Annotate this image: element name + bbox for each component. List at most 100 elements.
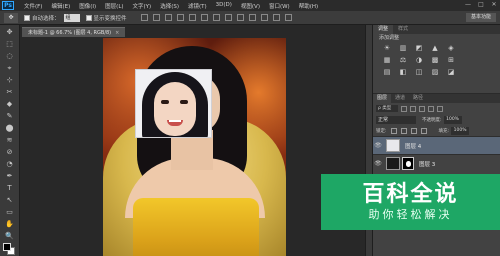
align-center-icon[interactable] xyxy=(188,14,196,21)
filter-pixel-icon[interactable] xyxy=(401,105,407,112)
adjustments-tabs: 调整 样式 xyxy=(373,25,500,34)
exposure-icon[interactable]: ▲ xyxy=(431,44,439,52)
healing-tool-icon[interactable]: ◆ xyxy=(5,100,14,109)
align-top-icon[interactable] xyxy=(140,14,148,21)
filter-smart-object-icon[interactable] xyxy=(437,105,443,112)
move-tool-icon[interactable]: ✥ xyxy=(5,28,14,37)
crop-tool-icon[interactable]: ✂ xyxy=(5,88,14,97)
auto-select-checkbox[interactable] xyxy=(24,14,30,21)
hand-tool-icon[interactable]: ✋ xyxy=(5,220,14,229)
fill-input[interactable]: 100% xyxy=(451,126,470,135)
layer-row-4[interactable]: 👁 图层 4 xyxy=(373,136,500,154)
photo-filter-icon[interactable]: ▩ xyxy=(431,56,439,64)
menu-select[interactable]: 选择(S) xyxy=(160,2,179,10)
lasso-tool-icon[interactable]: ◌ xyxy=(5,52,14,61)
pen-tool-icon[interactable]: ✒ xyxy=(5,172,14,181)
channel-mixer-icon[interactable]: ⊞ xyxy=(447,56,455,64)
visibility-eye-icon[interactable]: 👁 xyxy=(373,160,383,167)
fill-label: 填充: xyxy=(438,128,450,134)
brush-tool-icon[interactable]: ✎ xyxy=(5,112,14,121)
quick-select-tool-icon[interactable]: ⌖ xyxy=(5,64,14,73)
curves-icon[interactable]: ◩ xyxy=(415,44,423,52)
marquee-tool-icon[interactable]: ⬚ xyxy=(5,40,14,49)
show-transform-checkbox[interactable] xyxy=(85,14,92,21)
menu-file[interactable]: 文件(F) xyxy=(24,2,42,10)
workspace-switcher[interactable]: 基本功能 xyxy=(466,13,496,22)
document-close-icon[interactable]: × xyxy=(115,30,119,36)
gradient-tool-icon[interactable]: ◔ xyxy=(5,160,14,169)
tab-adjustments[interactable]: 调整 xyxy=(373,25,394,34)
type-tool-icon[interactable]: T xyxy=(5,184,14,193)
foreground-color-swatch[interactable] xyxy=(3,243,11,251)
align-left-icon[interactable] xyxy=(176,14,184,21)
menu-help[interactable]: 帮助(H) xyxy=(299,2,318,10)
gradient-map-icon[interactable]: ▨ xyxy=(431,68,439,76)
photoshop-logo: Ps xyxy=(2,1,14,10)
history-brush-tool-icon[interactable]: ≋ xyxy=(5,136,14,145)
align-middle-icon[interactable] xyxy=(152,14,160,21)
lock-all-icon[interactable] xyxy=(420,127,427,134)
visibility-eye-icon[interactable]: 👁 xyxy=(373,142,383,149)
eyedropper-tool-icon[interactable]: ⊹ xyxy=(5,76,14,85)
document-tab[interactable]: 未标题-1 @ 66.7% (图层 4, RGB/8) × xyxy=(22,27,126,37)
distribute-middle-icon[interactable] xyxy=(224,14,232,21)
align-bottom-icon[interactable] xyxy=(164,14,172,21)
path-select-tool-icon[interactable]: ↖ xyxy=(5,196,14,205)
layer-kind-filter[interactable]: ρ 类型 xyxy=(376,105,398,112)
distribute-bottom-icon[interactable] xyxy=(236,14,244,21)
tab-styles[interactable]: 样式 xyxy=(393,25,413,34)
lock-pixels-icon[interactable] xyxy=(400,127,407,134)
minimize-icon[interactable]: — xyxy=(464,1,472,9)
blend-mode-dropdown[interactable]: 正常 xyxy=(376,115,416,124)
menu-3d[interactable]: 3D(D) xyxy=(216,2,232,10)
distribute-center-icon[interactable] xyxy=(260,14,268,21)
menu-edit[interactable]: 编辑(E) xyxy=(51,2,70,10)
close-icon[interactable]: ✕ xyxy=(490,1,498,9)
lock-label: 锁定: xyxy=(376,128,387,134)
layers-tabs: 图层 通道 路径 xyxy=(373,94,500,103)
opacity-input[interactable]: 100% xyxy=(443,115,462,124)
layer-mask-thumbnail[interactable] xyxy=(402,157,414,170)
vibrance-icon[interactable]: ◈ xyxy=(447,44,455,52)
filter-adjustment-icon[interactable] xyxy=(410,105,416,112)
distribute-left-icon[interactable] xyxy=(248,14,256,21)
canvas-image[interactable] xyxy=(103,38,286,256)
eraser-tool-icon[interactable]: ⊘ xyxy=(5,148,14,157)
menu-filter[interactable]: 滤镜(T) xyxy=(188,2,207,10)
move-tool-preset-icon[interactable]: ✥ xyxy=(4,12,18,23)
opacity-label: 不透明度: xyxy=(422,117,442,123)
maximize-icon[interactable]: □ xyxy=(477,1,485,9)
auto-select-dropdown[interactable]: 组 xyxy=(63,13,80,22)
invert-icon[interactable]: ▤ xyxy=(383,68,391,76)
align-right-icon[interactable] xyxy=(200,14,208,21)
lock-position-icon[interactable] xyxy=(410,127,417,134)
layer-row-3[interactable]: 👁 图层 3 xyxy=(373,154,500,172)
filter-type-icon[interactable] xyxy=(419,105,425,112)
distribute-right-icon[interactable] xyxy=(272,14,280,21)
menu-window[interactable]: 窗口(W) xyxy=(269,2,290,10)
shape-tool-icon[interactable]: ▭ xyxy=(5,208,14,217)
threshold-icon[interactable]: ◫ xyxy=(415,68,423,76)
menu-layer[interactable]: 图层(L) xyxy=(105,2,123,10)
pasted-face-layer[interactable] xyxy=(135,69,212,138)
filter-shape-icon[interactable] xyxy=(428,105,434,112)
3d-mode-icon[interactable] xyxy=(284,14,292,21)
menu-view[interactable]: 视图(V) xyxy=(241,2,260,10)
zoom-tool-icon[interactable]: 🔍 xyxy=(5,232,14,241)
window-controls: — □ ✕ xyxy=(464,1,498,9)
hue-saturation-icon[interactable]: ▦ xyxy=(383,56,391,64)
selective-color-icon[interactable]: ◪ xyxy=(447,68,455,76)
lock-transparency-icon[interactable] xyxy=(390,127,397,134)
menu-image[interactable]: 图像(I) xyxy=(79,2,96,10)
levels-icon[interactable]: ▥ xyxy=(399,44,407,52)
distribute-top-icon[interactable] xyxy=(212,14,220,21)
brightness-icon[interactable]: ☀ xyxy=(383,44,391,52)
stamp-tool-icon[interactable]: ⬤ xyxy=(5,124,14,133)
tab-layers[interactable]: 图层 xyxy=(373,94,392,103)
color-balance-icon[interactable]: ⚖ xyxy=(399,56,407,64)
black-white-icon[interactable]: ◑ xyxy=(415,56,423,64)
posterize-icon[interactable]: ◧ xyxy=(399,68,407,76)
tab-paths[interactable]: 路径 xyxy=(409,94,427,103)
menu-type[interactable]: 文字(Y) xyxy=(133,2,152,10)
tab-channels[interactable]: 通道 xyxy=(391,94,409,103)
